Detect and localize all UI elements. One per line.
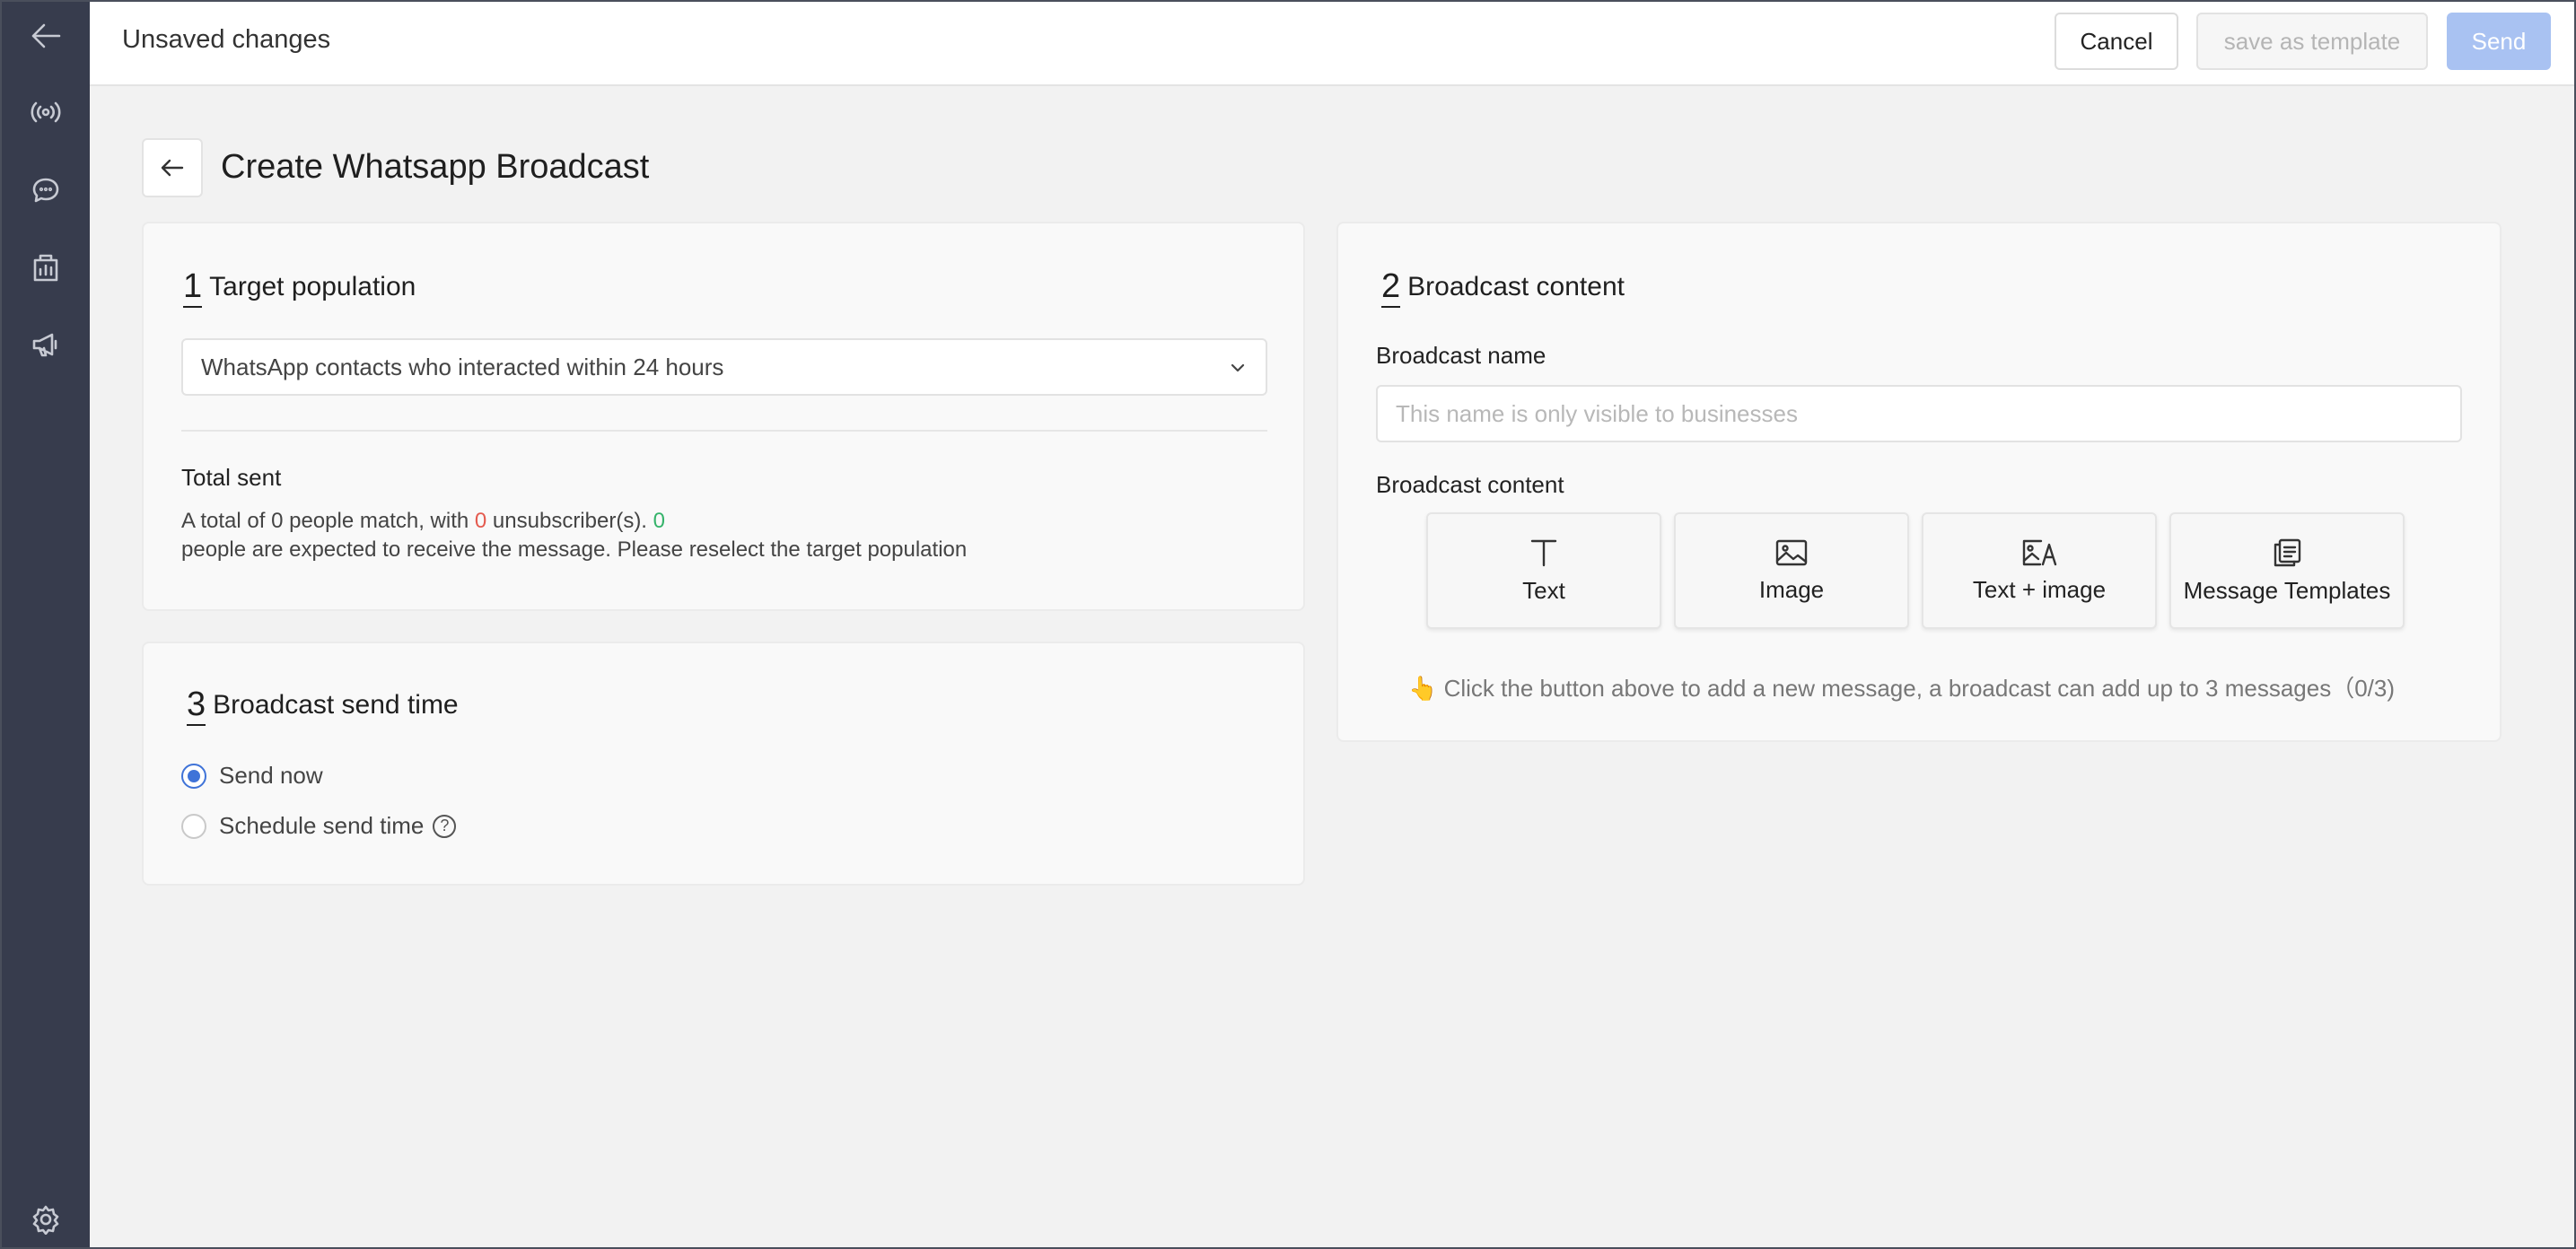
summary-text: unsubscriber(s).: [492, 509, 647, 533]
tile-label: Message Templates: [2183, 576, 2391, 604]
broadcast-content-label: Broadcast content: [1376, 471, 1564, 498]
page-title: Create Whatsapp Broadcast: [221, 148, 650, 186]
unsaved-changes-label: Unsaved changes: [122, 25, 331, 54]
image-icon: [1775, 539, 1808, 565]
expected-count: 0: [653, 509, 666, 533]
divider: [181, 430, 1267, 432]
radio-selected[interactable]: [181, 763, 206, 789]
total-sent-note: people are expected to receive the messa…: [181, 537, 968, 562]
app-window: Unsaved changes Cancel save as template …: [0, 0, 2576, 1249]
target-population-heading: 1 Target population: [183, 268, 416, 308]
tile-label: Image: [1758, 575, 1825, 603]
option-label: Send now: [219, 762, 323, 789]
top-bar: Unsaved changes Cancel save as template …: [90, 2, 2574, 86]
section-number: 1: [183, 268, 203, 308]
broadcast-name-input[interactable]: This name is only visible to businesses: [1376, 385, 2462, 442]
broadcast-content-heading: 2 Broadcast content: [1381, 268, 1625, 308]
broadcast-name-label: Broadcast name: [1376, 342, 1546, 369]
send-time-heading: 3 Broadcast send time: [187, 686, 459, 726]
text-icon: [1530, 539, 1557, 566]
megaphone-icon[interactable]: [2, 318, 90, 371]
message-type-tiles: Text Image Text + image Message Template…: [1426, 512, 2405, 629]
sidebar: [2, 2, 90, 1247]
schedule-send-time-option[interactable]: Schedule send time ?: [181, 812, 457, 840]
section-number: 3: [187, 686, 206, 726]
add-message-hint: 👆 Click the button above to add a new me…: [1408, 675, 2396, 702]
total-sent-summary: A total of 0 people match, with 0 unsubs…: [181, 509, 665, 534]
target-population-card: 1 Target population WhatsApp contacts wh…: [142, 222, 1305, 611]
chat-icon[interactable]: [2, 163, 90, 217]
summary-text: A total of: [181, 509, 266, 533]
text-image-icon: [2022, 539, 2057, 565]
option-label: Schedule send time: [219, 812, 425, 839]
save-as-template-button[interactable]: save as template: [2196, 13, 2428, 70]
broadcast-content-card: 2 Broadcast content Broadcast name This …: [1336, 222, 2502, 742]
unsubscriber-count: 0: [474, 509, 487, 533]
settings-icon[interactable]: [2, 1192, 90, 1246]
template-icon: [2274, 538, 2301, 566]
message-templates-tile-button[interactable]: Message Templates: [2169, 512, 2405, 629]
cancel-button[interactable]: Cancel: [2055, 13, 2178, 70]
send-now-option[interactable]: Send now: [181, 762, 323, 790]
image-tile-button[interactable]: Image: [1674, 512, 1909, 629]
tile-label: Text + image: [1972, 575, 2107, 603]
section-title: Broadcast content: [1407, 272, 1625, 301]
match-count: 0: [271, 509, 284, 533]
text-tile-button[interactable]: Text: [1426, 512, 1661, 629]
section-title: Broadcast send time: [213, 690, 459, 720]
broadcast-icon[interactable]: [2, 85, 90, 139]
send-button[interactable]: Send: [2447, 13, 2551, 70]
page-back-button[interactable]: [142, 138, 203, 197]
back-arrow-icon[interactable]: [2, 9, 90, 63]
summary-text: people match, with: [289, 509, 469, 533]
text-image-tile-button[interactable]: Text + image: [1922, 512, 2157, 629]
chevron-down-icon: [1231, 363, 1245, 372]
section-title: Target population: [209, 272, 416, 301]
section-number: 2: [1381, 268, 1401, 308]
send-time-card: 3 Broadcast send time Send now Schedule …: [142, 642, 1305, 886]
total-sent-label: Total sent: [181, 464, 282, 491]
question-circle-icon[interactable]: ?: [433, 814, 457, 838]
arrow-left-icon: [161, 159, 184, 177]
radio-unselected[interactable]: [181, 813, 206, 839]
target-population-select[interactable]: WhatsApp contacts who interacted within …: [181, 338, 1267, 396]
selected-value: WhatsApp contacts who interacted within …: [201, 353, 724, 380]
tile-label: Text: [1522, 576, 1565, 604]
analytics-icon[interactable]: [2, 240, 90, 294]
